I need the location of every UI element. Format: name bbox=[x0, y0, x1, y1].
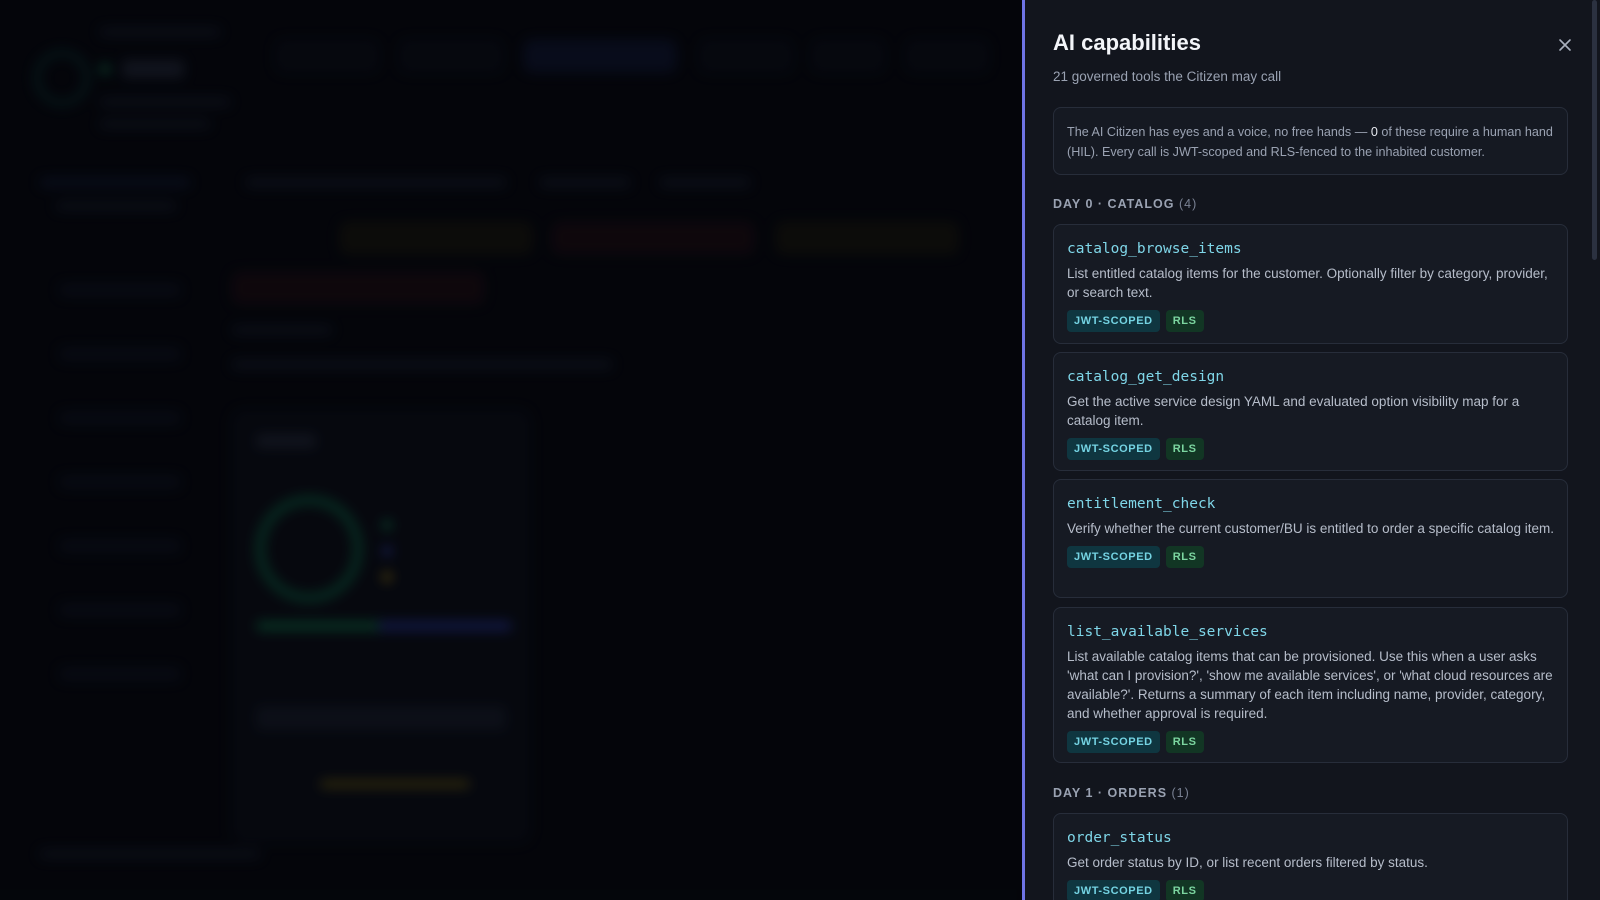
section-count: (4) bbox=[1178, 197, 1198, 211]
rls-badge: RLS bbox=[1165, 731, 1204, 753]
capabilities-notice: The AI Citizen has eyes and a voice, no … bbox=[1053, 107, 1568, 175]
tool-card[interactable]: order_status Get order status by ID, or … bbox=[1053, 813, 1568, 900]
tool-description: List available catalog items that can be… bbox=[1067, 649, 1553, 721]
section-title: DAY 1 · ORDERS bbox=[1053, 786, 1168, 800]
rls-badge: RLS bbox=[1165, 438, 1204, 460]
tool-card[interactable]: entitlement_check Verify whether the cur… bbox=[1053, 479, 1568, 598]
tool-name: list_available_services bbox=[1067, 624, 1268, 640]
section-title: DAY 0 · CATALOG bbox=[1053, 197, 1175, 211]
tool-description: Verify whether the current customer/BU i… bbox=[1067, 521, 1554, 536]
tool-description: List entitled catalog items for the cust… bbox=[1067, 266, 1548, 300]
tool-card[interactable]: catalog_browse_items List entitled catal… bbox=[1053, 224, 1568, 344]
tool-tags: JWT-SCOPED RLS bbox=[1067, 880, 1554, 900]
jwt-scoped-badge: JWT-SCOPED bbox=[1067, 438, 1160, 460]
tool-name: order_status bbox=[1067, 830, 1172, 846]
close-button[interactable] bbox=[1552, 32, 1578, 58]
tool-name: catalog_get_design bbox=[1067, 369, 1225, 385]
tool-card[interactable]: list_available_services List available c… bbox=[1053, 607, 1568, 763]
close-icon bbox=[1559, 39, 1571, 51]
tool-description: Get order status by ID, or list recent o… bbox=[1067, 855, 1428, 870]
notice-text-before: The AI Citizen has eyes and a voice, no … bbox=[1067, 125, 1371, 139]
section-count: (1) bbox=[1171, 786, 1190, 800]
tool-card[interactable]: catalog_get_design Get the active servic… bbox=[1053, 352, 1568, 471]
tool-name: entitlement_check bbox=[1067, 496, 1216, 512]
rls-badge: RLS bbox=[1165, 546, 1204, 568]
drawer-subtitle: 21 governed tools the Citizen may call bbox=[1053, 69, 1282, 84]
tool-tags: JWT-SCOPED RLS bbox=[1067, 731, 1554, 753]
drawer-title: AI capabilities bbox=[1053, 30, 1201, 55]
ai-capabilities-drawer: AI capabilities 21 governed tools the Ci… bbox=[1022, 0, 1600, 900]
drawer-scrollbar[interactable] bbox=[1592, 0, 1597, 260]
notice-number: 0 bbox=[1370, 125, 1378, 139]
jwt-scoped-badge: JWT-SCOPED bbox=[1067, 880, 1160, 900]
rls-badge: RLS bbox=[1165, 880, 1204, 900]
tool-name: catalog_browse_items bbox=[1067, 241, 1242, 257]
jwt-scoped-badge: JWT-SCOPED bbox=[1067, 546, 1160, 568]
section-label-orders: DAY 1 · ORDERS (1) bbox=[1053, 786, 1190, 800]
rls-badge: RLS bbox=[1165, 310, 1204, 332]
tool-tags: JWT-SCOPED RLS bbox=[1067, 310, 1554, 332]
jwt-scoped-badge: JWT-SCOPED bbox=[1067, 731, 1160, 753]
tool-tags: JWT-SCOPED RLS bbox=[1067, 438, 1554, 460]
tool-description: Get the active service design YAML and e… bbox=[1067, 394, 1520, 428]
tool-tags: JWT-SCOPED RLS bbox=[1067, 546, 1554, 568]
section-label-catalog: DAY 0 · CATALOG (4) bbox=[1053, 197, 1197, 211]
jwt-scoped-badge: JWT-SCOPED bbox=[1067, 310, 1160, 332]
